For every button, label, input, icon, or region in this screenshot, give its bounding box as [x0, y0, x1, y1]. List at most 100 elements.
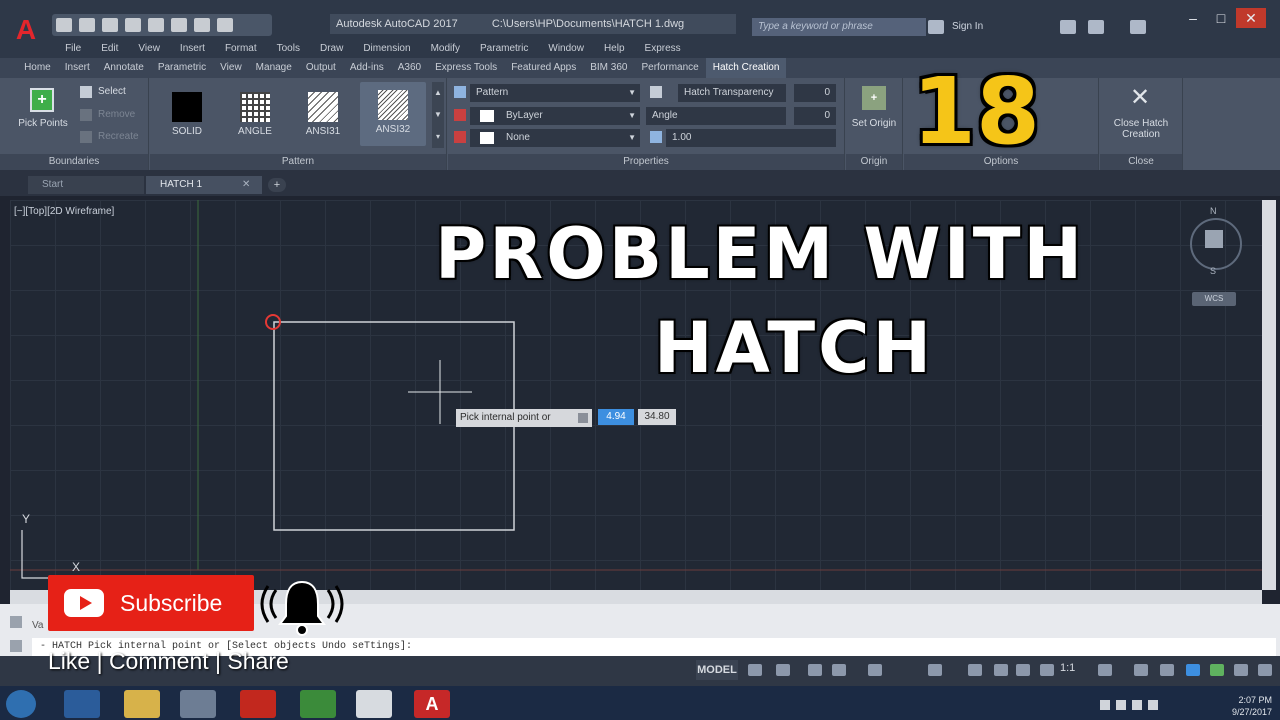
x-coordinate-input[interactable]: 4.94	[598, 409, 634, 425]
angle-label[interactable]: Angle	[646, 107, 786, 125]
pattern-scroll[interactable]: ▲ ▼ ▾	[432, 82, 444, 148]
menu-view[interactable]: View	[128, 40, 170, 58]
annotation-visibility-icon[interactable]	[1040, 664, 1054, 676]
tab-output[interactable]: Output	[299, 58, 343, 78]
tab-a360[interactable]: A360	[391, 58, 428, 78]
windows-start-icon[interactable]	[6, 690, 36, 718]
exchange-apps-icon[interactable]	[1060, 20, 1076, 34]
isodraft-icon[interactable]	[868, 664, 882, 676]
sign-in-button[interactable]: Sign In	[952, 18, 1032, 36]
workspace-gear-icon[interactable]	[1098, 664, 1112, 676]
close-icon[interactable]: ✕	[1128, 86, 1152, 110]
command-close-icon[interactable]	[10, 616, 22, 628]
autodesk-a360-icon[interactable]	[1088, 20, 1104, 34]
origin-panel-title[interactable]: Origin	[846, 154, 902, 170]
maximize-button[interactable]: □	[1206, 8, 1236, 28]
remove-button[interactable]: Remove	[98, 109, 135, 120]
vertical-scrollbar[interactable]	[1262, 200, 1276, 590]
set-origin-icon[interactable]: +	[862, 86, 886, 110]
pattern-panel-title[interactable]: Pattern	[150, 154, 446, 170]
media-player-icon[interactable]	[180, 690, 216, 718]
pattern-swatch-angle[interactable]: ANGLE	[222, 84, 288, 148]
annotation-scale[interactable]: 1:1	[1060, 662, 1075, 674]
customization-icon[interactable]	[1258, 664, 1272, 676]
menu-tools[interactable]: Tools	[267, 40, 310, 58]
menu-insert[interactable]: Insert	[170, 40, 215, 58]
boundaries-panel-title[interactable]: Boundaries	[0, 154, 148, 170]
subscribe-button[interactable]: Subscribe	[48, 575, 254, 631]
tab-home[interactable]: Home	[17, 58, 58, 78]
scale-input[interactable]: 1.00	[666, 129, 836, 147]
drawing-canvas[interactable]: [−][Top][2D Wireframe] Y X N S WCS PROBL…	[10, 200, 1262, 590]
transparency-value[interactable]: 0	[794, 84, 836, 102]
set-origin-button[interactable]: Set Origin	[848, 118, 900, 129]
menu-edit[interactable]: Edit	[91, 40, 128, 58]
menu-draw[interactable]: Draw	[310, 40, 353, 58]
hatch-type-select[interactable]: Pattern ▼	[470, 84, 640, 102]
redo-icon[interactable]	[194, 18, 210, 32]
tab-performance[interactable]: Performance	[634, 58, 705, 78]
pattern-swatch-ansi32[interactable]: ANSI32	[360, 82, 426, 146]
taskbar-clock[interactable]: 2:07 PM 9/27/2017	[1206, 694, 1272, 718]
hatch-color-select[interactable]: ByLayer ▼	[470, 107, 640, 125]
ortho-icon[interactable]	[808, 664, 822, 676]
properties-panel-title[interactable]: Properties	[448, 154, 844, 170]
window-switcher-icon[interactable]	[356, 690, 392, 718]
window-close-button[interactable]: ✕	[1236, 8, 1266, 28]
undo-icon[interactable]	[171, 18, 187, 32]
chrome-icon[interactable]	[300, 690, 336, 718]
units-icon[interactable]	[1160, 664, 1174, 676]
minimize-button[interactable]: –	[1178, 8, 1208, 28]
print-icon[interactable]	[148, 18, 164, 32]
annotation-monitor-icon[interactable]	[1134, 664, 1148, 676]
snap-icon[interactable]	[776, 664, 790, 676]
close-hatch-creation-button[interactable]: Close Hatch Creation	[1100, 118, 1182, 140]
save-as-icon[interactable]	[125, 18, 141, 32]
tab-express-tools[interactable]: Express Tools	[428, 58, 504, 78]
background-color-select[interactable]: None ▼	[470, 129, 640, 147]
lineweight-icon[interactable]	[968, 664, 982, 676]
menu-modify[interactable]: Modify	[421, 40, 470, 58]
notification-bell-icon[interactable]	[260, 574, 344, 640]
clean-screen-icon[interactable]	[1234, 664, 1248, 676]
save-icon[interactable]	[102, 18, 118, 32]
open-icon[interactable]	[79, 18, 95, 32]
command-customize-icon[interactable]	[10, 640, 22, 652]
transparency-label[interactable]: Hatch Transparency	[678, 84, 786, 102]
autocad-taskbar-icon[interactable]: A	[414, 690, 450, 718]
internet-explorer-icon[interactable]	[64, 690, 100, 718]
tab-add-ins[interactable]: Add-ins	[343, 58, 391, 78]
tab-bim-360[interactable]: BIM 360	[583, 58, 634, 78]
menu-parametric[interactable]: Parametric	[470, 40, 538, 58]
tab-parametric[interactable]: Parametric	[151, 58, 213, 78]
new-icon[interactable]	[56, 18, 72, 32]
wcs-menu[interactable]: WCS	[1192, 292, 1236, 306]
tab-annotate[interactable]: Annotate	[97, 58, 151, 78]
y-coordinate-input[interactable]: 34.80	[638, 409, 676, 425]
tab-insert[interactable]: Insert	[58, 58, 97, 78]
help-icon[interactable]	[1130, 20, 1146, 34]
angle-value[interactable]: 0	[794, 107, 836, 125]
pick-points-icon[interactable]: +	[30, 88, 54, 112]
selection-cycling-icon[interactable]	[1016, 664, 1030, 676]
view-cube[interactable]	[1205, 230, 1223, 248]
tab-hatch-creation[interactable]: Hatch Creation	[705, 58, 787, 78]
osnap-icon[interactable]	[928, 664, 942, 676]
binoculars-icon[interactable]	[928, 20, 944, 34]
menu-format[interactable]: Format	[215, 40, 267, 58]
menu-dimension[interactable]: Dimension	[353, 40, 420, 58]
acrobat-icon[interactable]	[240, 690, 276, 718]
share-icon[interactable]	[217, 18, 233, 32]
recreate-button[interactable]: Recreate	[98, 131, 139, 142]
hardware-acceleration-icon[interactable]	[1210, 664, 1224, 676]
tab-manage[interactable]: Manage	[249, 58, 299, 78]
pattern-swatch-ansi31[interactable]: ANSI31	[290, 84, 356, 148]
select-button[interactable]: Select	[98, 86, 126, 97]
menu-help[interactable]: Help	[594, 40, 635, 58]
tab-start[interactable]: Start	[28, 176, 144, 194]
model-space-button[interactable]: MODEL	[696, 660, 738, 680]
transparency-status-icon[interactable]	[994, 664, 1008, 676]
system-tray[interactable]	[1100, 700, 1190, 712]
isolate-objects-icon[interactable]	[1186, 664, 1200, 676]
close-tab-icon[interactable]: ✕	[242, 179, 250, 190]
